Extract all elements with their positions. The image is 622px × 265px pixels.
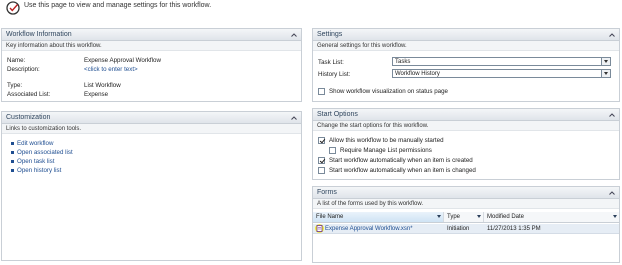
panel-description: Links to customization tools. bbox=[2, 124, 301, 134]
workflow-information-panel: Workflow Information Key information abo… bbox=[1, 28, 302, 102]
chevron-down-icon[interactable] bbox=[613, 215, 617, 218]
task-list-select[interactable]: Tasks bbox=[392, 57, 611, 66]
panel-header: Forms bbox=[313, 187, 619, 199]
collapse-icon[interactable] bbox=[608, 189, 616, 197]
show-visualization-checkbox[interactable] bbox=[318, 88, 325, 95]
panel-description: A list of the forms used by this workflo… bbox=[313, 199, 619, 209]
associated-list-value: Expense bbox=[84, 91, 109, 98]
column-type[interactable]: Type bbox=[444, 212, 484, 222]
open-history-list-link[interactable]: Open history list bbox=[10, 167, 61, 174]
panel-header: Settings bbox=[313, 29, 619, 41]
name-value[interactable]: Expense Approval Workflow bbox=[84, 57, 161, 64]
collapse-icon[interactable] bbox=[608, 111, 616, 119]
panel-description: Change the start options for this workfl… bbox=[313, 121, 619, 131]
collapse-icon[interactable] bbox=[290, 31, 298, 39]
require-permissions-checkbox[interactable] bbox=[329, 147, 336, 154]
auto-start-created-checkbox[interactable] bbox=[318, 157, 325, 164]
collapse-icon[interactable] bbox=[608, 31, 616, 39]
forms-panel: Forms A list of the forms used by this w… bbox=[312, 186, 620, 263]
panel-title: Start Options bbox=[317, 111, 358, 118]
task-list-value: Tasks bbox=[395, 59, 411, 65]
panel-title: Customization bbox=[6, 114, 51, 121]
settings-panel: Settings General settings for this workf… bbox=[312, 28, 620, 102]
modified-date: 11/27/2013 1:35 PM bbox=[487, 226, 541, 232]
associated-list-label: Associated List: bbox=[7, 91, 51, 98]
panel-title: Workflow Information bbox=[6, 31, 72, 38]
history-list-value: Workflow History bbox=[395, 71, 440, 77]
start-options-panel: Start Options Change the start options f… bbox=[312, 108, 620, 180]
checkbox-label: Allow this workflow to be manually start… bbox=[329, 137, 444, 144]
workflow-settings-icon bbox=[6, 1, 20, 15]
chevron-down-icon[interactable] bbox=[477, 215, 481, 218]
file-name-link[interactable]: Expense Approval Workflow.xsn* bbox=[325, 226, 413, 232]
checkbox-label: Start workflow automatically when an ite… bbox=[329, 157, 473, 164]
panel-header: Start Options bbox=[313, 109, 619, 121]
description-value[interactable]: <click to enter text> bbox=[84, 66, 138, 73]
panel-title: Forms bbox=[317, 189, 337, 196]
auto-start-changed-checkbox[interactable] bbox=[318, 167, 325, 174]
chevron-down-icon[interactable] bbox=[601, 58, 610, 65]
collapse-icon[interactable] bbox=[290, 114, 298, 122]
type-label: Type: bbox=[7, 82, 23, 89]
panel-title: Settings bbox=[317, 31, 343, 38]
panel-header: Customization bbox=[2, 112, 301, 124]
open-associated-list-link[interactable]: Open associated list bbox=[11, 149, 73, 156]
panel-header: Workflow Information bbox=[2, 29, 301, 41]
forms-grid-header: File Name Type Modified Date bbox=[313, 212, 619, 223]
chevron-down-icon[interactable] bbox=[601, 70, 610, 77]
intro-text: Use this page to view and manage setting… bbox=[24, 2, 212, 9]
checkbox-label: Require Manage List permissions bbox=[340, 147, 432, 154]
description-label: Description: bbox=[7, 66, 40, 73]
column-label: Modified Date bbox=[487, 214, 525, 220]
edit-workflow-link[interactable]: Edit workflow bbox=[10, 140, 53, 147]
column-label: File Name bbox=[316, 214, 344, 220]
manual-start-checkbox[interactable] bbox=[318, 137, 325, 144]
name-label: Name: bbox=[7, 57, 26, 64]
column-file-name[interactable]: File Name bbox=[313, 212, 444, 222]
panel-description: General settings for this workflow. bbox=[313, 41, 619, 51]
type-value: List Workflow bbox=[84, 82, 121, 89]
customization-panel: Customization Links to customization too… bbox=[1, 111, 302, 261]
checkbox-label: Start workflow automatically when an ite… bbox=[329, 167, 476, 174]
checkbox-label: Show workflow visualization on status pa… bbox=[329, 88, 449, 95]
panel-description: Key information about this workflow. bbox=[2, 41, 301, 51]
task-list-label: Task List: bbox=[318, 59, 344, 66]
open-task-list-link[interactable]: Open task list bbox=[11, 158, 55, 165]
history-list-label: History List: bbox=[318, 71, 351, 78]
history-list-select[interactable]: Workflow History bbox=[392, 69, 611, 78]
chevron-down-icon[interactable] bbox=[437, 215, 441, 218]
infopath-form-icon bbox=[315, 224, 324, 233]
table-row[interactable]: Expense Approval Workflow.xsn* Initiatio… bbox=[313, 224, 619, 234]
column-modified-date[interactable]: Modified Date bbox=[484, 212, 619, 222]
form-type: Initiation bbox=[447, 226, 470, 232]
column-label: Type bbox=[447, 214, 461, 220]
intro-bar: Use this page to view and manage setting… bbox=[0, 0, 622, 24]
